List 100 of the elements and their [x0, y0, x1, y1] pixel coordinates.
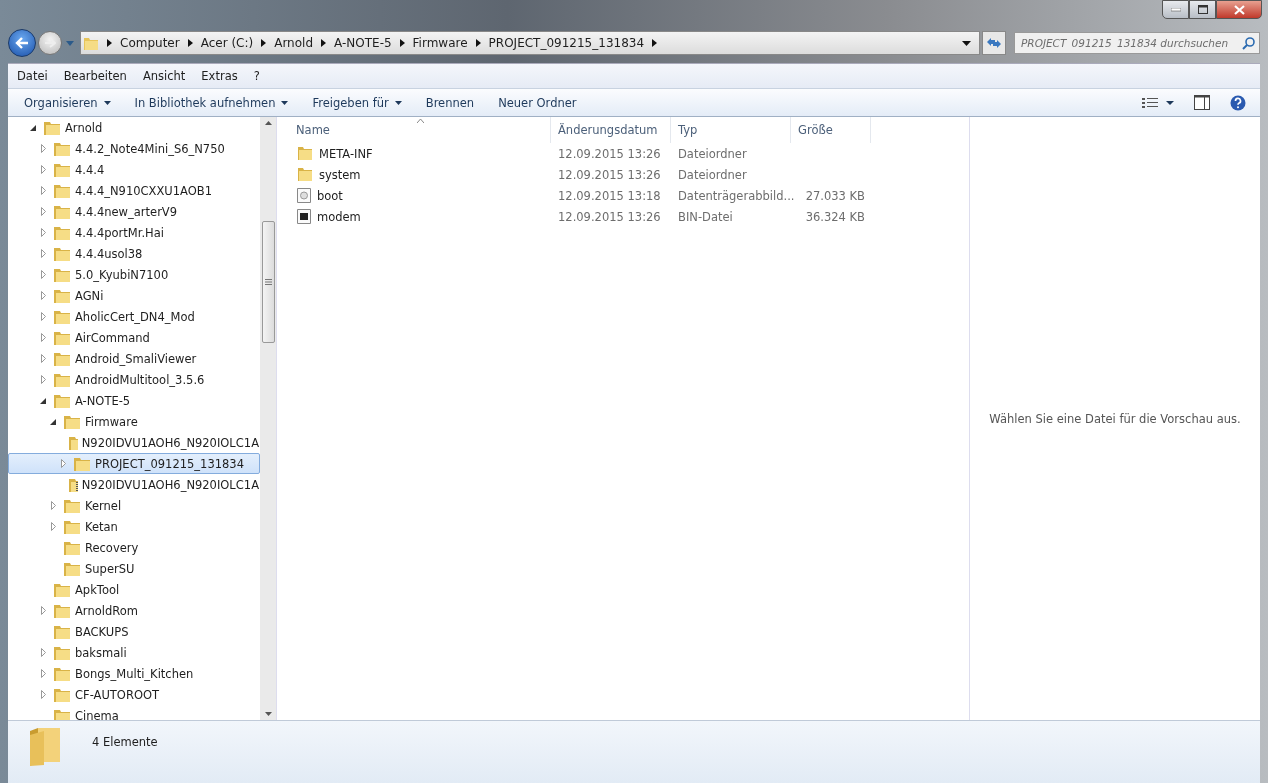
toolbar-button[interactable]: Organisieren	[14, 92, 121, 113]
folder-icon	[53, 371, 71, 388]
chevron-right-icon[interactable]	[321, 39, 326, 47]
tree-item[interactable]: ArnoldRom	[8, 600, 260, 621]
menu-item[interactable]: ?	[253, 69, 260, 83]
column-header[interactable]: Typ	[671, 117, 791, 143]
expand-arrow-icon[interactable]	[40, 270, 46, 279]
scroll-up-icon[interactable]	[264, 121, 272, 125]
expand-arrow-icon[interactable]	[40, 165, 46, 174]
expand-arrow-icon[interactable]	[40, 648, 46, 657]
forward-button[interactable]	[38, 31, 62, 55]
expand-arrow-icon[interactable]	[40, 354, 46, 363]
tree-item[interactable]: AndroidMultitool_3.5.6	[8, 369, 260, 390]
dropdown-arrow-icon[interactable]	[962, 40, 971, 46]
tree-item[interactable]: AirCommand	[8, 327, 260, 348]
tree-item[interactable]: ApkTool	[8, 579, 260, 600]
back-button[interactable]	[8, 29, 36, 57]
expand-arrow-icon[interactable]	[40, 144, 46, 153]
tree-item[interactable]: Ketan	[8, 516, 260, 537]
minimize-button[interactable]	[1162, 0, 1189, 19]
tree-item[interactable]: Recovery	[8, 537, 260, 558]
tree-item[interactable]: 4.4.4new_arterV9	[8, 201, 260, 222]
tree-item[interactable]: BACKUPS	[8, 621, 260, 642]
history-dropdown-icon[interactable]	[66, 40, 74, 46]
collapse-arrow-icon[interactable]	[30, 124, 36, 131]
column-header[interactable]: Änderungsdatum	[551, 117, 671, 143]
tree-item[interactable]: 4.4.4portMr.Hai	[8, 222, 260, 243]
expand-arrow-icon[interactable]	[40, 291, 46, 300]
folder-icon	[67, 434, 78, 451]
toolbar-button[interactable]: Brennen	[415, 92, 485, 113]
tree-item[interactable]: SuperSU	[8, 558, 260, 579]
tree-item[interactable]: AGNi	[8, 285, 260, 306]
expand-arrow-icon[interactable]	[40, 333, 46, 342]
tree-item[interactable]: 4.4.2_Note4Mini_S6_N750	[8, 138, 260, 159]
date-cell-text: 12.09.2015 13:26	[557, 146, 662, 161]
close-button[interactable]	[1216, 0, 1262, 19]
chevron-right-icon[interactable]	[399, 39, 405, 47]
chevron-right-icon[interactable]	[261, 39, 267, 47]
file-row[interactable]: boot 12.09.2015 13:18 Datenträgerabbild... 27.033 KB	[289, 185, 969, 206]
expand-arrow-icon[interactable]	[60, 459, 66, 468]
tree-item[interactable]: 4.4.4_N910CXXU1AOB1	[8, 180, 260, 201]
tree-item[interactable]: Firmware	[8, 411, 260, 432]
column-header[interactable]: Name	[289, 117, 551, 143]
breadcrumb[interactable]: Computer	[120, 36, 180, 50]
tree-item[interactable]: N920IDVU1AOH6_N920IOLC1A	[8, 474, 260, 495]
menu-item[interactable]: Datei	[17, 69, 48, 83]
tree-item[interactable]: A-NOTE-5	[8, 390, 260, 411]
tree-item[interactable]: 5.0_KyubiN7100	[8, 264, 260, 285]
menu-item[interactable]: Ansicht	[142, 69, 186, 83]
maximize-button[interactable]	[1189, 0, 1216, 19]
collapse-arrow-icon[interactable]	[40, 397, 46, 404]
tree-item[interactable]: Android_SmaliViewer	[8, 348, 260, 369]
search-field[interactable]: PROJECT_091215_131834 durchsuchen	[1014, 32, 1260, 54]
tree-item[interactable]: AholicCert_DN4_Mod	[8, 306, 260, 327]
tree-item[interactable]: PROJECT_091215_131834	[8, 453, 260, 474]
file-row[interactable]: system 12.09.2015 13:26 Dateiordner	[289, 164, 969, 185]
tree-item[interactable]: baksmali	[8, 642, 260, 663]
scroll-down-icon[interactable]	[264, 712, 272, 716]
binary-file-icon	[297, 209, 311, 224]
tree-item[interactable]: CF-AUTOROOT	[8, 684, 260, 705]
breadcrumb[interactable]: Acer (C:)	[200, 36, 254, 50]
folder-icon	[63, 539, 81, 556]
tree-item[interactable]: Bongs_Multi_Kitchen	[8, 663, 260, 684]
tree-item[interactable]: Arnold	[8, 117, 260, 138]
expand-arrow-icon[interactable]	[40, 207, 46, 216]
breadcrumb[interactable]: Firmware	[412, 36, 468, 50]
folder-icon	[53, 392, 71, 409]
tree-item[interactable]: Kernel	[8, 495, 260, 516]
expand-arrow-icon[interactable]	[50, 501, 56, 510]
file-row[interactable]: modem 12.09.2015 13:26 BIN-Datei 36.324 KB	[289, 206, 969, 227]
file-row[interactable]: META-INF 12.09.2015 13:26 Dateiordner	[289, 143, 969, 164]
toolbar-button[interactable]: Freigeben für	[302, 92, 412, 113]
tree-item[interactable]: 4.4.4usol38	[8, 243, 260, 264]
expand-arrow-icon[interactable]	[40, 228, 46, 237]
expand-arrow-icon[interactable]	[40, 669, 46, 678]
toolbar-button[interactable]: Neuer Ordner	[488, 92, 587, 113]
menu-item[interactable]: Extras	[201, 69, 238, 83]
expand-arrow-icon[interactable]	[40, 690, 46, 699]
expand-arrow-icon[interactable]	[40, 249, 46, 258]
menu-item[interactable]: Bearbeiten	[63, 69, 127, 83]
breadcrumb[interactable]: Arnold	[274, 36, 313, 50]
column-header[interactable]: Größe	[791, 117, 871, 143]
chevron-right-icon[interactable]	[652, 39, 658, 47]
chevron-right-icon[interactable]	[107, 39, 112, 47]
expand-arrow-icon[interactable]	[40, 606, 46, 615]
expand-arrow-icon[interactable]	[40, 312, 46, 321]
breadcrumb[interactable]: A-NOTE-5	[334, 36, 392, 50]
expand-arrow-icon[interactable]	[40, 186, 46, 195]
expand-arrow-icon[interactable]	[40, 375, 46, 384]
expand-arrow-icon[interactable]	[50, 522, 56, 531]
chevron-right-icon[interactable]	[187, 39, 193, 47]
collapse-arrow-icon[interactable]	[50, 418, 56, 425]
vertical-scrollbar[interactable]	[260, 117, 276, 720]
chevron-right-icon[interactable]	[475, 39, 481, 47]
breadcrumb[interactable]: PROJECT_091215_131834	[488, 36, 645, 50]
address-bar[interactable]: Computer Acer (C:) Arnold A-NOTE-5 Firmware PROJECT_091215_131834	[80, 31, 980, 55]
toolbar-button[interactable]: In Bibliothek aufnehmen	[124, 92, 299, 113]
tree-item[interactable]: N920IDVU1AOH6_N920IOLC1A	[8, 432, 260, 453]
tree-item[interactable]: 4.4.4	[8, 159, 260, 180]
refresh-button[interactable]	[982, 31, 1006, 55]
